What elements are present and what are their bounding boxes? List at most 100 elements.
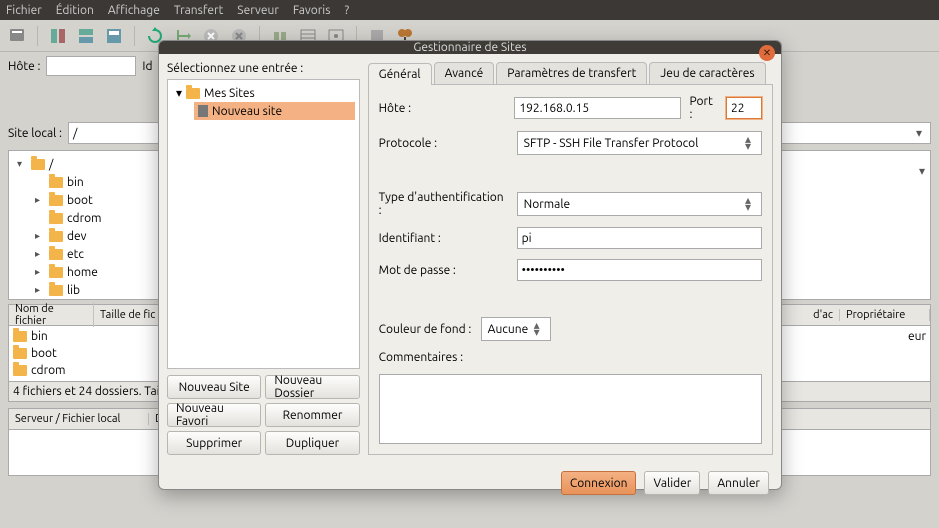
folder-icon [49, 285, 63, 296]
bg-value: Aucune [488, 323, 529, 336]
collapse-icon[interactable]: ▾ [17, 158, 27, 170]
folder-icon [31, 159, 45, 170]
menu-edition[interactable]: Édition [56, 4, 94, 17]
expand-icon[interactable]: ▸ [35, 284, 45, 296]
close-button[interactable]: ✕ [759, 45, 775, 61]
password-label: Mot de passe : [379, 264, 509, 277]
select-entry-label: Sélectionnez une entrée : [167, 62, 360, 75]
dialog-title: Gestionnaire de Sites [413, 41, 526, 54]
user-input[interactable] [517, 227, 762, 249]
bg-select[interactable]: Aucune ▴▾ [481, 317, 551, 341]
folder-icon [13, 348, 27, 359]
toggle-log-icon[interactable] [47, 25, 69, 47]
toggle-queue-icon[interactable] [103, 25, 125, 47]
col-name[interactable]: Nom de fichier [9, 303, 94, 327]
expand-icon[interactable]: ▸ [35, 194, 45, 206]
tree-label: / [49, 158, 53, 171]
quick-id-label: Id [142, 60, 152, 73]
menubar: Fichier Édition Affichage Transfert Serv… [0, 0, 939, 20]
folder-icon [13, 331, 27, 342]
password-input[interactable] [517, 259, 762, 281]
file-name: boot [31, 347, 57, 360]
site-manager-dialog: Gestionnaire de Sites ✕ Sélectionnez une… [158, 40, 782, 490]
cancel-button[interactable]: Annuler [708, 471, 769, 495]
comments-label: Commentaires : [379, 351, 463, 364]
dialog-footer: Connexion Valider Annuler [159, 463, 781, 503]
tab-transfer[interactable]: Paramètres de transfert [496, 62, 647, 84]
tab-advanced[interactable]: Avancé [434, 62, 495, 84]
expand-icon[interactable]: ▸ [35, 266, 45, 278]
folder-icon [49, 177, 63, 188]
auth-value: Normale [524, 198, 570, 211]
spin-icon: ▴▾ [530, 322, 544, 336]
port-input[interactable] [726, 97, 762, 119]
folder-icon [49, 267, 63, 278]
tab-charset[interactable]: Jeu de caractères [649, 62, 765, 84]
auth-select[interactable]: Normale ▴▾ [517, 192, 762, 216]
col-perm[interactable]: d'ac [807, 309, 840, 321]
file-owner: eur [908, 330, 926, 343]
expand-icon[interactable]: ▸ [35, 248, 45, 260]
toggle-tree-icon[interactable] [75, 25, 97, 47]
tree-row-site[interactable]: Nouveau site [194, 102, 355, 120]
host-input[interactable] [514, 97, 681, 119]
folder-icon [49, 213, 63, 224]
collapse-icon[interactable]: ▾ [176, 86, 182, 100]
validate-button[interactable]: Valider [644, 471, 700, 495]
host-label: Hôte : [379, 102, 507, 115]
folder-icon [49, 195, 63, 206]
sitemanager-icon[interactable] [6, 25, 28, 47]
tree-label: etc [67, 248, 84, 261]
folder-icon [49, 249, 63, 260]
server-icon [198, 105, 208, 117]
delete-button[interactable]: Supprimer [167, 431, 261, 455]
tab-panel-general: Hôte : Port : Protocole : SFTP - SSH Fil… [368, 85, 773, 455]
col-size[interactable]: Taille de fic [94, 309, 162, 321]
menu-favoris[interactable]: Favoris [293, 4, 331, 17]
folder-icon [49, 231, 63, 242]
chevron-down-icon: ▾ [917, 164, 927, 178]
menu-affichage[interactable]: Affichage [108, 4, 160, 17]
sites-tree[interactable]: ▾ Mes Sites Nouveau site [167, 79, 360, 369]
new-site-button[interactable]: Nouveau Site [167, 375, 261, 399]
file-name: cdrom [31, 364, 65, 377]
rename-button[interactable]: Renommer [265, 403, 359, 427]
auth-label: Type d'authentification : [379, 191, 509, 217]
folder-icon [186, 88, 200, 99]
col-server[interactable]: Serveur / Fichier local [9, 413, 149, 425]
tree-label: home [67, 266, 98, 279]
col-owner[interactable]: Propriétaire [840, 309, 930, 321]
menu-serveur[interactable]: Serveur [237, 4, 279, 17]
tree-label: Nouveau site [212, 105, 282, 118]
expand-icon[interactable]: ▸ [35, 230, 45, 242]
spin-icon: ▴▾ [741, 197, 755, 211]
tree-label: boot [67, 194, 93, 207]
tree-label: dev [67, 230, 87, 243]
tree-label: Mes Sites [204, 87, 255, 100]
user-label: Identifiant : [379, 232, 509, 245]
menu-help[interactable]: ? [344, 4, 349, 17]
tree-row-mysites[interactable]: ▾ Mes Sites [172, 84, 355, 102]
protocol-label: Protocole : [379, 137, 509, 150]
dialog-title-bar[interactable]: Gestionnaire de Sites ✕ [159, 41, 781, 54]
protocol-select[interactable]: SFTP - SSH File Transfer Protocol ▴▾ [517, 131, 762, 155]
bg-label: Couleur de fond : [379, 323, 473, 336]
menu-transfert[interactable]: Transfert [174, 4, 223, 17]
file-name: bin [31, 330, 48, 343]
duplicate-button[interactable]: Dupliquer [265, 431, 359, 455]
quick-host-label: Hôte : [8, 60, 40, 73]
protocol-value: SFTP - SSH File Transfer Protocol [524, 137, 699, 150]
tree-label: lib [67, 284, 80, 297]
local-path-value: / [73, 127, 77, 140]
comments-textarea[interactable] [379, 374, 762, 444]
quick-host-input[interactable] [46, 56, 136, 76]
tab-general[interactable]: Général [368, 63, 432, 85]
connect-button[interactable]: Connexion [561, 471, 637, 495]
tabs: Général Avancé Paramètres de transfert J… [368, 62, 773, 85]
menu-fichier[interactable]: Fichier [6, 4, 42, 17]
status-text: 4 fichiers et 24 dossiers. Taille [13, 385, 173, 398]
new-folder-button[interactable]: Nouveau Dossier [265, 375, 359, 399]
new-fav-button[interactable]: Nouveau Favori [167, 403, 261, 427]
folder-icon [13, 365, 27, 376]
remote-path-combo[interactable]: ▾ [913, 160, 931, 182]
